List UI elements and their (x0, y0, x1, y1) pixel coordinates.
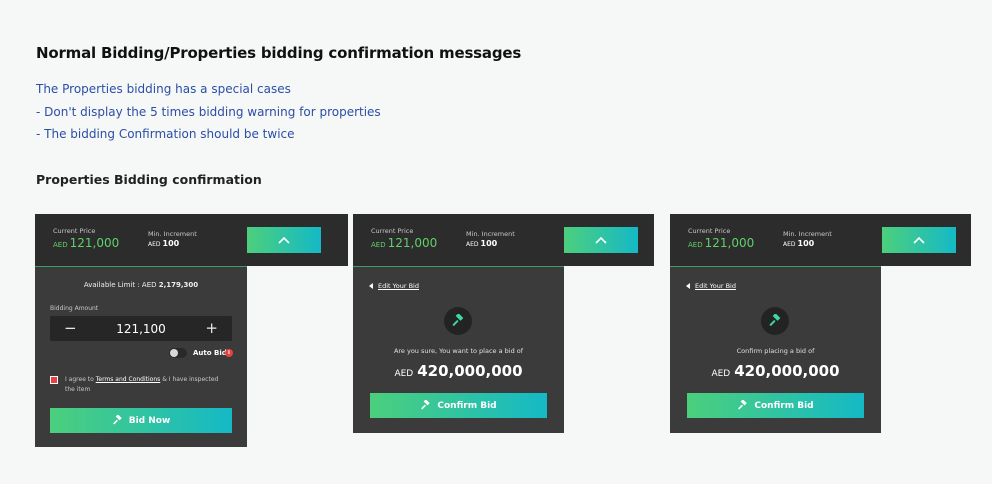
terms-link[interactable]: Terms and Conditions (96, 376, 161, 383)
gavel-icon (421, 400, 430, 410)
edit-bid-link[interactable]: Edit Your Bid (369, 282, 419, 290)
bidding-amount-label: Bidding Amount (50, 305, 99, 312)
caret-left-icon (686, 283, 690, 289)
caret-left-icon (369, 283, 373, 289)
confirm-panel: Edit Your Bid Are you sure, You want to … (353, 266, 564, 433)
min-increment: AED 100 (148, 239, 180, 248)
gavel-icon (738, 400, 747, 410)
collapse-button[interactable] (247, 227, 321, 253)
chevron-up-icon (595, 236, 607, 244)
note-line: - The bidding Confirmation should be twi… (36, 127, 295, 141)
current-price: AED 121,000 (371, 236, 438, 250)
current-price: AED 121,000 (688, 236, 755, 250)
min-increment: AED 100 (466, 239, 498, 248)
chevron-up-icon (913, 236, 925, 244)
bid-panel: Available Limit : AED 2,179,300 Bidding … (35, 266, 247, 447)
min-increment-label: Min. Increment (148, 230, 197, 238)
bid-amount: AED 420,000,000 (394, 362, 523, 380)
min-increment-label: Min. Increment (466, 230, 515, 238)
section-title: Properties Bidding confirmation (36, 172, 262, 187)
current-price: AED 121,000 (53, 236, 120, 250)
toggle-knob (170, 349, 178, 357)
note-line: - Don't display the 5 times bidding warn… (36, 104, 381, 119)
collapse-button[interactable] (564, 227, 638, 253)
min-increment-label: Min. Increment (783, 230, 832, 238)
confirm-bid-button[interactable]: Confirm Bid (687, 393, 864, 418)
increment-button[interactable]: + (205, 319, 218, 337)
bid-amount-stepper[interactable]: − 121,100 + (50, 316, 232, 341)
current-price-label: Current Price (371, 227, 414, 235)
confirm-bid-label: Confirm Bid (754, 400, 814, 411)
current-price-label: Current Price (688, 227, 731, 235)
available-limit: Available Limit : AED 2,179,300 (83, 281, 199, 289)
price-bar: Current Price AED 121,000 Min. Increment … (353, 214, 654, 266)
price-bar: Current Price AED 121,000 Min. Increment … (35, 214, 348, 266)
confirm-panel: Edit Your Bid Confirm placing a bid of A… (670, 266, 881, 433)
auto-bid-toggle[interactable] (169, 348, 187, 358)
terms-text: I agree to Terms and Conditions & I have… (65, 376, 219, 393)
bid-now-button[interactable]: Bid Now (50, 408, 232, 433)
confirm-message: Are you sure, You want to place a bid of (393, 347, 524, 355)
auto-bid-label: Auto Bid (193, 349, 227, 357)
info-icon[interactable]: i (225, 349, 233, 357)
bid-now-label: Bid Now (128, 415, 171, 426)
chevron-up-icon (278, 236, 290, 244)
terms-checkbox[interactable] (50, 376, 58, 384)
note-line: The Properties bidding has a special cas… (36, 82, 291, 96)
collapse-button[interactable] (882, 227, 956, 253)
min-increment: AED 100 (783, 239, 815, 248)
confirm-bid-button[interactable]: Confirm Bid (370, 393, 547, 418)
confirm-message: Confirm placing a bid of (736, 347, 815, 355)
page-title: Normal Bidding/Properties bidding confir… (36, 44, 522, 62)
bid-amount: AED 420,000,000 (711, 362, 840, 380)
gavel-icon (444, 307, 472, 335)
price-bar: Current Price AED 121,000 Min. Increment … (670, 214, 971, 266)
confirm-bid-label: Confirm Bid (437, 400, 497, 411)
gavel-icon (761, 307, 789, 335)
current-price-label: Current Price (53, 227, 96, 235)
notes: The Properties bidding has a special cas… (36, 78, 381, 146)
edit-bid-link[interactable]: Edit Your Bid (686, 282, 736, 290)
gavel-icon (113, 415, 122, 425)
